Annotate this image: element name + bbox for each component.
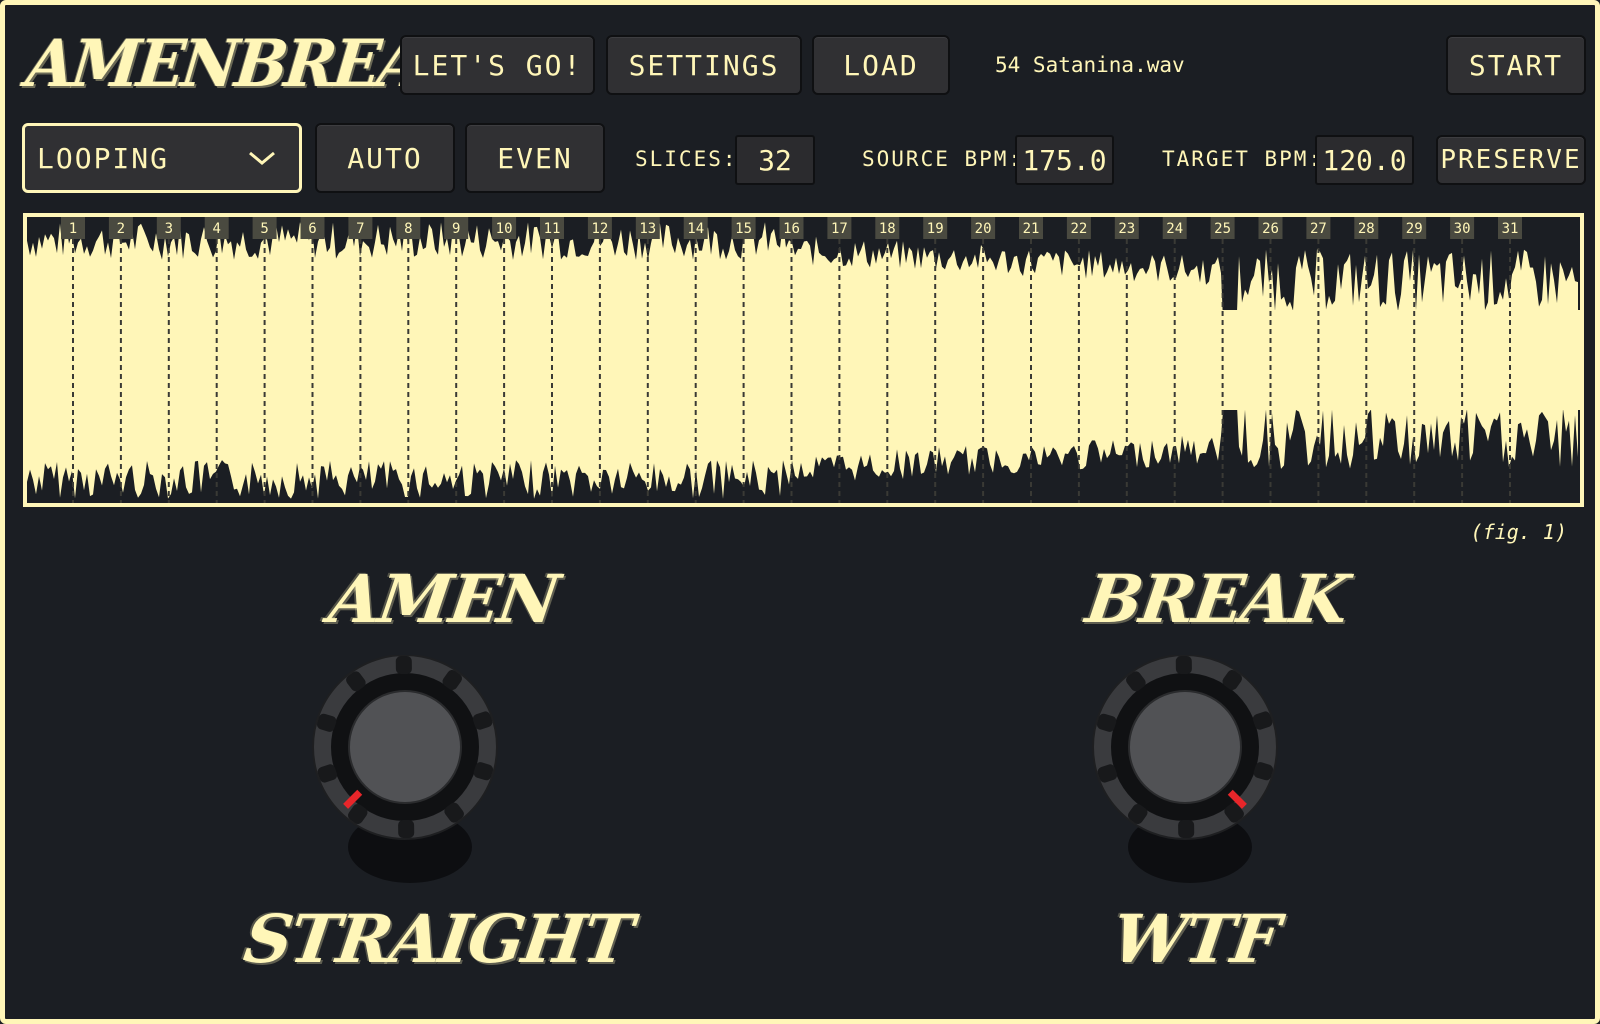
slice-marker-number: 31 bbox=[1502, 221, 1519, 237]
settings-button[interactable]: SETTINGS bbox=[606, 35, 802, 95]
slice-marker-number: 5 bbox=[260, 221, 268, 237]
slice-marker-number: 1 bbox=[69, 221, 77, 237]
knob-notch bbox=[1175, 655, 1192, 675]
slice-marker-number: 25 bbox=[1214, 221, 1231, 237]
slice-marker-number: 10 bbox=[496, 221, 513, 237]
slice-marker-number: 8 bbox=[404, 221, 412, 237]
chevron-down-icon bbox=[249, 151, 275, 165]
slice-marker-number: 14 bbox=[687, 221, 704, 237]
slice-marker-number: 19 bbox=[927, 221, 944, 237]
slice-marker-number: 27 bbox=[1310, 221, 1327, 237]
target-bpm-label: TARGET BPM: bbox=[1162, 147, 1324, 171]
preserve-button[interactable]: PRESERVE bbox=[1436, 135, 1586, 185]
amen-knob[interactable] bbox=[310, 654, 530, 895]
load-button[interactable]: LOAD bbox=[812, 35, 950, 95]
slice-marker-number: 16 bbox=[783, 221, 800, 237]
slice-marker-number: 18 bbox=[879, 221, 896, 237]
auto-button[interactable]: AUTO bbox=[315, 123, 455, 193]
slice-marker-number: 21 bbox=[1023, 221, 1040, 237]
slice-marker-number: 15 bbox=[735, 221, 752, 237]
slice-marker-number: 23 bbox=[1118, 221, 1135, 237]
slices-label: SLICES: bbox=[635, 147, 738, 171]
knob-notch bbox=[1178, 819, 1195, 839]
slice-marker-number: 24 bbox=[1166, 221, 1183, 237]
knob-notch bbox=[395, 655, 412, 675]
source-bpm-input[interactable]: 175.0 bbox=[1015, 135, 1114, 185]
straight-label: STRAIGHT bbox=[239, 900, 637, 978]
slice-marker-number: 26 bbox=[1262, 221, 1279, 237]
slice-marker-number: 12 bbox=[591, 221, 608, 237]
slice-marker-number: 9 bbox=[452, 221, 460, 237]
figure-caption: (fig. 1) bbox=[1470, 520, 1567, 544]
slice-marker-number: 4 bbox=[212, 221, 220, 237]
slice-marker-number: 22 bbox=[1070, 221, 1087, 237]
knob-cap bbox=[348, 690, 462, 804]
slice-marker-number: 20 bbox=[975, 221, 992, 237]
knob-cap bbox=[1128, 690, 1242, 804]
loaded-filename: 54 Satanina.wav bbox=[995, 53, 1185, 77]
mode-select[interactable]: LOOPING bbox=[22, 123, 302, 193]
slices-input[interactable]: 32 bbox=[735, 135, 815, 185]
app-window: AMENBREAK V1 LET'S GO! SETTINGS LOAD 54 … bbox=[0, 0, 1600, 1024]
start-button[interactable]: START bbox=[1446, 35, 1586, 95]
waveform-view[interactable]: 1 2 3 4 5 6 7 8 9 10 11 12 13 14 15 16 17 18 19 20 21 22 23 24 2… bbox=[23, 213, 1584, 507]
slice-marker-number: 29 bbox=[1406, 221, 1423, 237]
knob-notch bbox=[398, 819, 415, 839]
amen-label: AMEN bbox=[324, 560, 563, 638]
slice-marker-number: 17 bbox=[831, 221, 848, 237]
slice-marker-number: 6 bbox=[308, 221, 316, 237]
waveform-canvas[interactable]: 1 2 3 4 5 6 7 8 9 10 11 12 13 14 15 16 17 18 19 20 21 22 23 24 2… bbox=[27, 217, 1580, 503]
slice-marker-number: 11 bbox=[544, 221, 561, 237]
slice-marker-number: 2 bbox=[117, 221, 125, 237]
target-bpm-input[interactable]: 120.0 bbox=[1315, 135, 1414, 185]
slice-marker-number: 3 bbox=[165, 221, 173, 237]
wtf-label: WTF bbox=[1107, 900, 1283, 978]
slice-marker-number: 30 bbox=[1454, 221, 1471, 237]
even-button[interactable]: EVEN bbox=[465, 123, 605, 193]
slice-marker-number: 13 bbox=[639, 221, 656, 237]
waveform-core bbox=[27, 310, 1580, 410]
mode-select-value: LOOPING bbox=[37, 141, 170, 175]
break-knob[interactable] bbox=[1090, 654, 1310, 895]
slice-marker-number: 7 bbox=[356, 221, 364, 237]
lets-go-button[interactable]: LET'S GO! bbox=[400, 35, 595, 95]
break-label: BREAK bbox=[1081, 560, 1352, 638]
slice-marker-number: 28 bbox=[1358, 221, 1375, 237]
source-bpm-label: SOURCE BPM: bbox=[862, 147, 1024, 171]
